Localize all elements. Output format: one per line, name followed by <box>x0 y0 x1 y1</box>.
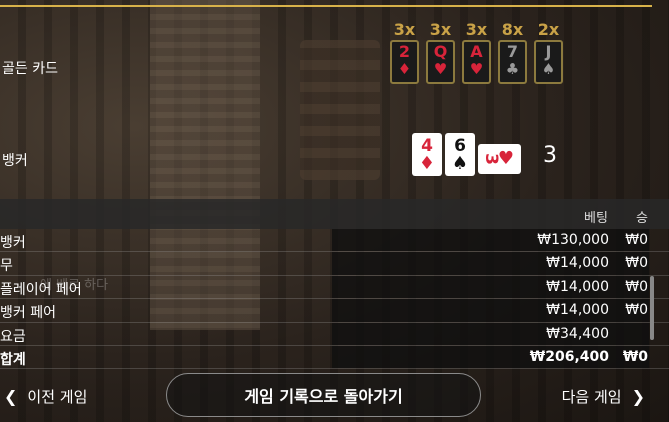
heart-suit-icon: ♥ <box>433 60 448 78</box>
multiplier: 2x <box>537 20 560 39</box>
bets-table: 뱅커 ₩130,000 ₩0 무 ₩14,000 ₩0 플레이어 페어 ₩14,… <box>0 229 669 370</box>
row-win: ₩0 <box>622 348 648 365</box>
golden-card-label: 골든 카드 <box>2 61 58 77</box>
banker-card-third: 3 ♥ <box>478 144 521 174</box>
table-row: 요금 ₩34,400 <box>0 322 669 346</box>
chevron-right-icon: ❯ <box>631 387 645 406</box>
card-rank: 4 <box>421 135 433 156</box>
row-bet: ₩14,000 <box>546 255 609 272</box>
spade-suit-icon: ♠ <box>541 60 556 78</box>
multiplier: 3x <box>465 20 488 39</box>
row-win: ₩0 <box>625 302 648 319</box>
golden-card: 2 ♦ <box>390 40 419 84</box>
card-rank: 2 <box>398 42 411 61</box>
bet-column-header: 베팅 <box>584 211 608 226</box>
row-label: 무 <box>0 258 13 275</box>
golden-card: J ♠ <box>534 40 563 84</box>
row-bet: ₩14,000 <box>546 302 609 319</box>
row-win: ₩0 <box>625 278 648 295</box>
row-win: ₩0 <box>625 255 648 272</box>
card-rank: Q <box>433 42 448 61</box>
row-bet: ₩34,400 <box>546 325 609 342</box>
table-row: 무 ₩14,000 ₩0 <box>0 252 669 276</box>
table-row: 뱅커 페어 ₩14,000 ₩0 <box>0 299 669 323</box>
banker-card: 4 ♦ <box>412 133 442 176</box>
row-bet: ₩130,000 <box>537 232 609 248</box>
next-game-label: 다음 게임 <box>561 388 622 406</box>
card-rank: 3 <box>480 153 501 165</box>
table-row: 뱅커 ₩130,000 ₩0 <box>0 229 669 253</box>
spade-suit-icon: ♠ <box>451 152 469 174</box>
top-accent-line <box>0 0 652 7</box>
card-rank: A <box>470 42 483 61</box>
row-label: 합계 <box>0 351 26 368</box>
golden-cards: 2 ♦ Q ♥ A ♥ 7 ♣ J ♠ <box>390 40 563 84</box>
golden-card: Q ♥ <box>426 40 455 84</box>
multiplier: 3x <box>429 20 452 39</box>
club-suit-icon: ♣ <box>505 60 520 78</box>
banker-score: 3 <box>543 143 557 168</box>
multiplier: 8x <box>501 20 524 39</box>
golden-card: 7 ♣ <box>498 40 527 84</box>
card-rank: 7 <box>506 42 519 61</box>
banker-cards: 4 ♦ 6 ♠ 3 ♥ <box>412 133 521 176</box>
back-to-history-button[interactable]: 게임 기록으로 돌아가기 <box>166 373 481 417</box>
row-label: 뱅커 <box>0 235 26 251</box>
heart-suit-icon: ♥ <box>469 60 484 78</box>
background-ghost-text: 에 베르 하다 <box>40 278 109 293</box>
row-bet: ₩14,000 <box>546 278 609 295</box>
banker-card: 6 ♠ <box>445 133 475 176</box>
background-decor <box>300 40 380 180</box>
table-scrollbar[interactable] <box>650 276 654 340</box>
diamond-suit-icon: ♦ <box>418 152 436 174</box>
row-label: 뱅커 페어 <box>0 305 56 322</box>
bets-table-header <box>0 199 669 229</box>
next-game-button[interactable]: 다음 게임 ❯ <box>562 386 645 407</box>
multiplier: 3x <box>393 20 416 39</box>
card-rank: J <box>545 42 552 61</box>
golden-multipliers: 3x 3x 3x 8x 2x <box>390 20 563 39</box>
table-row-total: 합계 ₩206,400 ₩0 <box>0 345 669 370</box>
previous-game-button[interactable]: ❮ 이전 게임 <box>4 386 87 407</box>
diamond-suit-icon: ♦ <box>397 60 412 78</box>
row-win: ₩0 <box>625 232 648 248</box>
golden-card: A ♥ <box>462 40 491 84</box>
card-rank: 6 <box>454 135 466 156</box>
row-label: 요금 <box>0 328 26 345</box>
row-bet: ₩206,400 <box>529 348 609 365</box>
banker-label: 뱅커 <box>2 153 28 169</box>
win-column-header: 승 <box>636 211 648 226</box>
previous-game-label: 이전 게임 <box>27 388 88 406</box>
chevron-left-icon: ❮ <box>4 387 18 406</box>
